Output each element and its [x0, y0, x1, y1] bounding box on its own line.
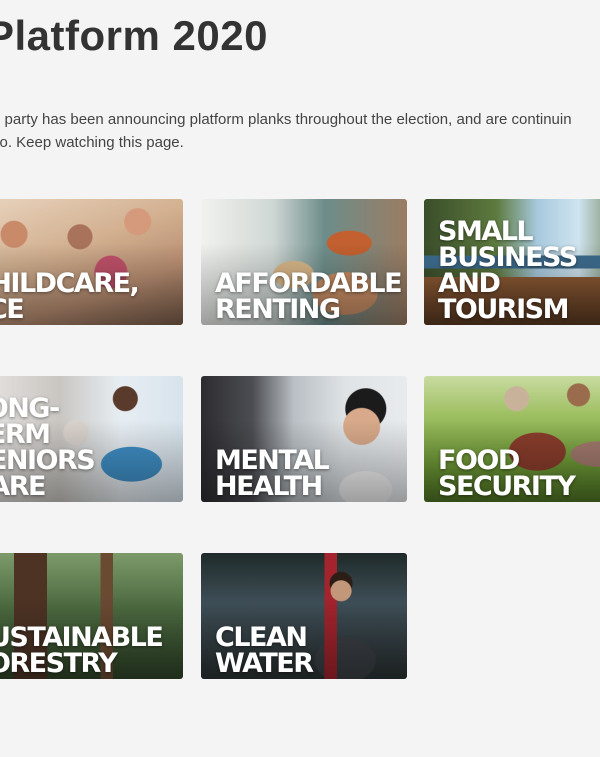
- card-label: FOOD SECURITY: [438, 445, 576, 502]
- intro-text: e party has been announcing platform pla…: [0, 108, 600, 154]
- card-label: SUSTAINABLE FORESTRY: [0, 622, 164, 679]
- card-label: SMALL BUSINESS AND TOURISM: [438, 216, 578, 325]
- card-clean-water[interactable]: CLEAN WATER: [201, 553, 407, 679]
- card-label: LONG- TERM SENIORS CARE: [0, 393, 96, 502]
- intro-line: e party has been announcing platform pla…: [0, 111, 572, 128]
- card-childcare[interactable]: CHILDCARE, ECE: [0, 199, 183, 325]
- card-food-security[interactable]: FOOD SECURITY: [424, 376, 600, 502]
- card-label: CHILDCARE, ECE: [0, 268, 140, 325]
- platform-page: { "page": { "title": "Platform 2020", "i…: [0, 0, 600, 757]
- card-small-business-tourism[interactable]: SMALL BUSINESS AND TOURISM: [424, 199, 600, 325]
- card-sustainable-forestry[interactable]: SUSTAINABLE FORESTRY: [0, 553, 183, 679]
- card-label: MENTAL HEALTH: [215, 445, 330, 502]
- card-label: CLEAN WATER: [215, 622, 314, 679]
- card-label: AFFORDABLE RENTING: [215, 268, 403, 325]
- page-title: Platform 2020: [0, 12, 268, 59]
- card-mental-health[interactable]: MENTAL HEALTH: [201, 376, 407, 502]
- card-long-term-seniors-care[interactable]: LONG- TERM SENIORS CARE: [0, 376, 183, 502]
- intro-line: so. Keep watching this page.: [0, 134, 184, 151]
- card-affordable-renting[interactable]: AFFORDABLE RENTING: [201, 199, 407, 325]
